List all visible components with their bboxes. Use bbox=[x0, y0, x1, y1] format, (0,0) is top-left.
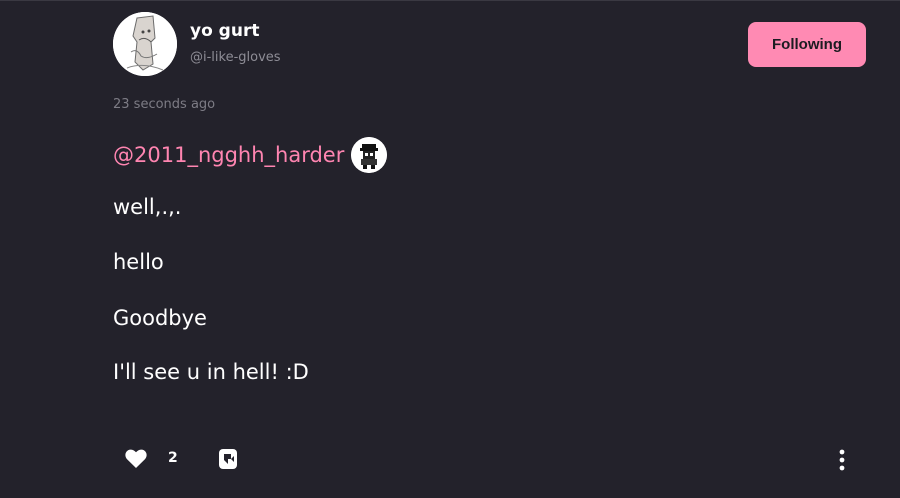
post-text-line: well,.,. bbox=[113, 195, 182, 219]
reblog-button[interactable] bbox=[216, 447, 240, 471]
pixel-character-avatar-icon bbox=[351, 137, 388, 173]
following-button[interactable]: Following bbox=[748, 22, 866, 67]
sketch-avatar-icon bbox=[113, 12, 177, 76]
reblog-icon bbox=[219, 449, 237, 469]
author-name[interactable]: yo gurt bbox=[190, 21, 259, 41]
post-card: yo gurt @i-like-gloves Following 23 seco… bbox=[0, 0, 900, 498]
post-actions-bar: 2 bbox=[0, 443, 900, 477]
more-vertical-icon bbox=[839, 449, 845, 471]
mention-avatar[interactable] bbox=[351, 137, 388, 173]
more-options-button[interactable] bbox=[833, 447, 851, 473]
like-button[interactable] bbox=[124, 448, 148, 470]
post-text-line: I'll see u in hell! :D bbox=[113, 360, 309, 384]
author-avatar[interactable] bbox=[113, 12, 177, 76]
mention-row: @2011_ngghh_harder bbox=[113, 137, 388, 173]
author-handle[interactable]: @i-like-gloves bbox=[190, 50, 281, 65]
post-text-line: hello bbox=[113, 250, 164, 274]
post-timestamp[interactable]: 23 seconds ago bbox=[113, 97, 215, 112]
user-mention-link[interactable]: @2011_ngghh_harder bbox=[113, 143, 344, 167]
like-count[interactable]: 2 bbox=[168, 450, 178, 466]
heart-icon bbox=[125, 449, 147, 468]
post-text-line: Goodbye bbox=[113, 306, 207, 330]
